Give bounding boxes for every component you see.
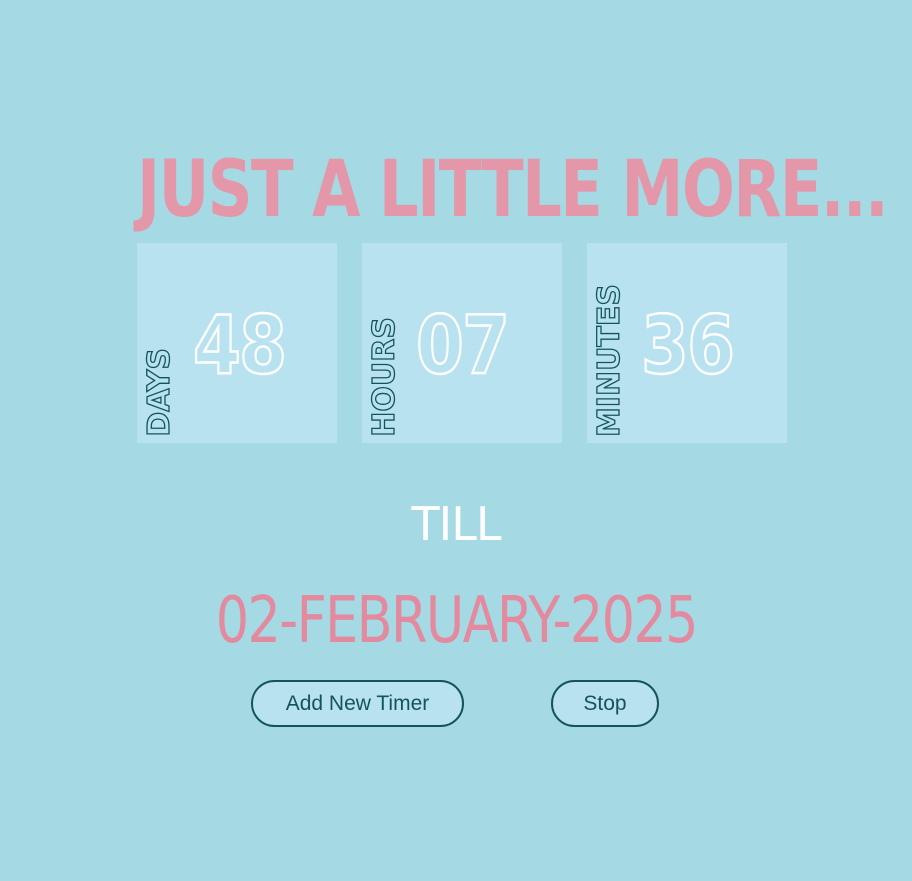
countdown-page: JUST A LITTLE MORE... DAYS 48 HOURS 07 M… [0,0,912,881]
target-date-text: 02-FEBRUARY-2025 [215,584,698,658]
stop-button[interactable]: Stop [551,680,659,727]
target-date: 02-FEBRUARY-2025 [0,584,912,658]
headline: JUST A LITTLE MORE... [137,145,889,235]
add-new-timer-button[interactable]: Add New Timer [251,680,464,727]
minutes-label: MINUTES [591,283,627,437]
hours-tile: HOURS 07 [362,243,562,443]
hours-label: HOURS [366,317,402,438]
days-tile: DAYS 48 [137,243,337,443]
minutes-value: 36 [640,299,736,392]
till-label: TILL [411,497,502,551]
hours-value: 07 [415,299,511,392]
days-value: 48 [192,299,288,392]
days-label: DAYS [141,348,177,438]
minutes-tile: MINUTES 36 [587,243,787,443]
